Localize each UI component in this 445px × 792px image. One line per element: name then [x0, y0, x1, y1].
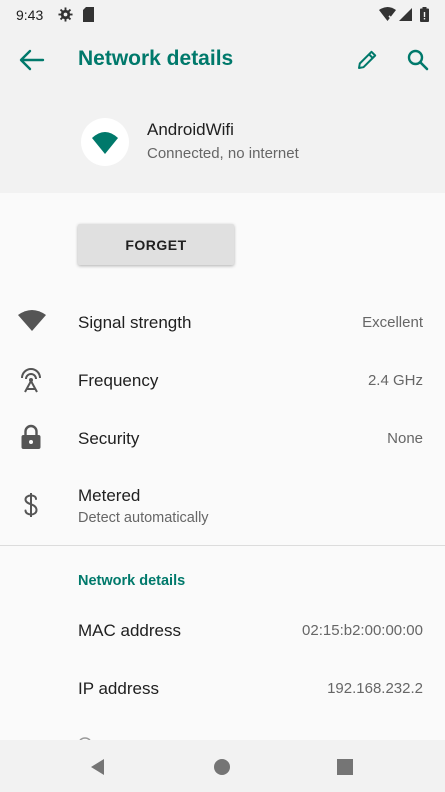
mac-address-row[interactable]: MAC address 02:15:b2:00:00:00 — [0, 600, 445, 658]
navigation-bar — [0, 740, 445, 792]
frequency-value: 2.4 GHz — [367, 372, 423, 389]
network-status: Connected, no internet — [147, 145, 299, 162]
back-arrow-icon[interactable] — [17, 48, 45, 72]
network-name: AndroidWifi — [147, 120, 234, 139]
signal-strength-row[interactable]: Signal strength Excellent — [0, 293, 445, 351]
dollar-icon — [24, 493, 38, 517]
ip-address-row[interactable]: IP address 192.168.232.2 — [0, 658, 445, 716]
status-bar: 9:43 — [0, 0, 445, 30]
ip-address-value: 192.168.232.2 — [327, 680, 423, 697]
signal-strength-value: Excellent — [362, 314, 423, 331]
divider — [0, 545, 445, 546]
frequency-row[interactable]: Frequency 2.4 GHz — [0, 351, 445, 409]
signal-strength-label: Signal strength — [78, 313, 192, 332]
network-avatar — [81, 118, 129, 166]
wifi-x-icon — [379, 7, 396, 22]
home-circle-icon[interactable] — [211, 756, 233, 778]
recents-square-icon[interactable] — [334, 756, 356, 778]
mac-address-label: MAC address — [78, 621, 181, 640]
security-row[interactable]: Security None — [0, 409, 445, 467]
settings-gear-icon — [58, 7, 73, 22]
antenna-frequency-icon — [21, 368, 41, 393]
metered-row[interactable]: Metered Detect automatically — [0, 476, 445, 538]
sd-card-icon — [83, 7, 94, 22]
edit-pencil-icon[interactable] — [354, 47, 380, 73]
section-header-network-details: Network details — [78, 573, 186, 589]
cellular-signal-icon — [399, 8, 412, 21]
wifi-icon — [92, 132, 118, 154]
app-bar: Network details — [0, 30, 445, 90]
status-time: 9:43 — [16, 7, 44, 23]
lock-icon — [21, 424, 41, 449]
metered-sublabel: Detect automatically — [78, 510, 209, 526]
security-label: Security — [78, 429, 140, 448]
search-icon[interactable] — [405, 47, 431, 73]
mac-address-value: 02:15:b2:00:00:00 — [302, 622, 423, 639]
security-value: None — [387, 430, 423, 447]
metered-label: Metered — [78, 486, 141, 505]
back-triangle-icon[interactable] — [87, 756, 109, 778]
frequency-label: Frequency — [78, 371, 159, 390]
network-header: AndroidWifi Connected, no internet — [0, 90, 445, 193]
wifi-signal-icon — [18, 310, 46, 331]
page-title: Network details — [78, 47, 234, 70]
ip-address-label: IP address — [78, 679, 159, 698]
battery-icon — [420, 7, 429, 22]
forget-button[interactable]: FORGET — [78, 224, 234, 265]
